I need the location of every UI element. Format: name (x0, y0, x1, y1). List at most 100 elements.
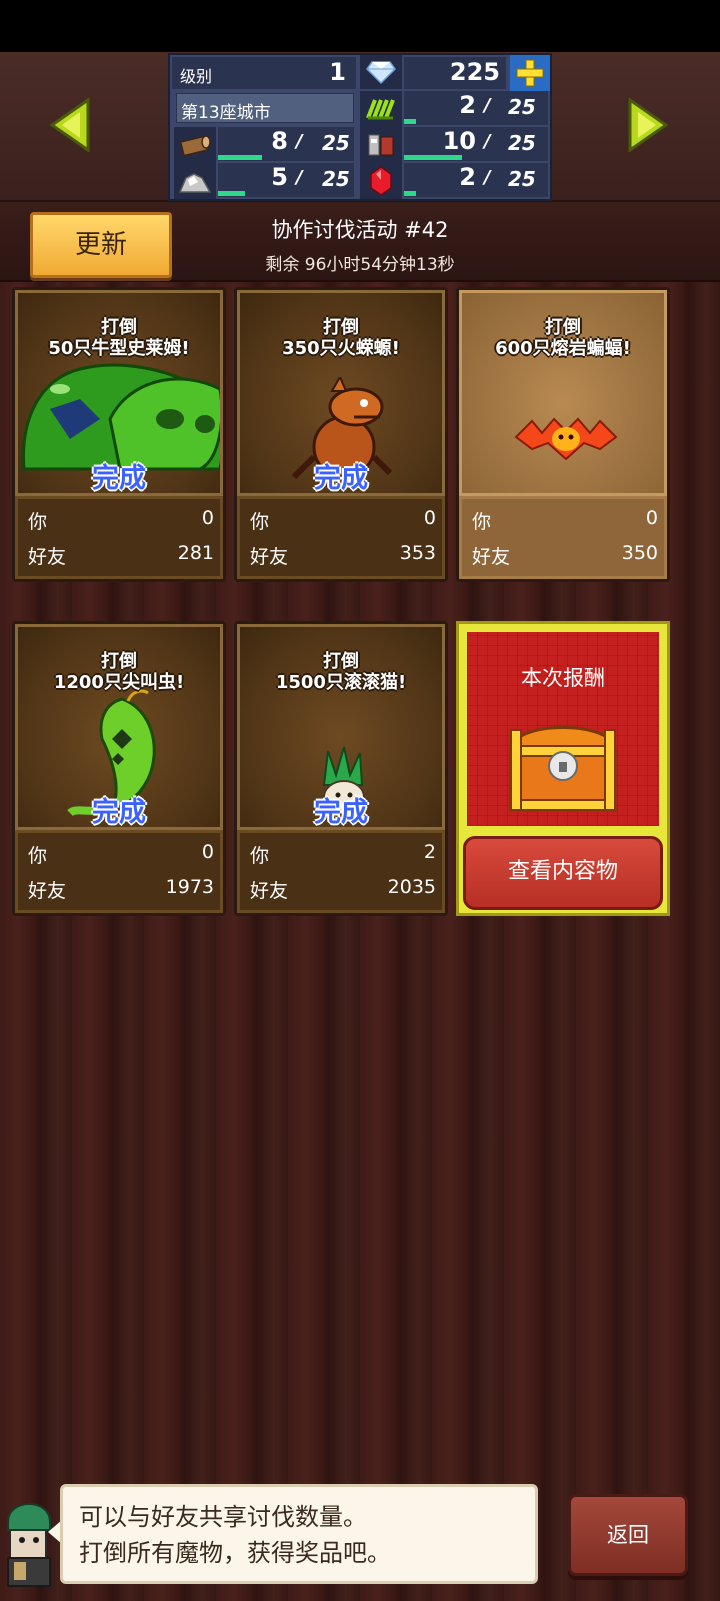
you-row: 你0 (250, 507, 436, 534)
status-bar (0, 0, 720, 52)
herb-max: 25 (508, 95, 536, 119)
you-value: 0 (201, 507, 214, 529)
you-value: 0 (645, 507, 658, 529)
mineral-slash: / (484, 131, 491, 152)
treasure-chest-icon (509, 726, 617, 812)
card-art: 打倒 50只牛型史莱姆! 完成 (15, 290, 223, 496)
done-label: 完成 (92, 797, 146, 828)
mineral-value: 10 (442, 127, 476, 155)
herb-slash: / (484, 95, 491, 116)
dialog-line-1: 可以与好友共享讨伐数量。 (79, 1503, 367, 1531)
level-value: 1 (329, 58, 346, 86)
herb-progress (404, 119, 416, 124)
you-row: 你0 (472, 507, 658, 534)
herb-cell: 2 / 25 (404, 91, 548, 125)
card-title-line1: 打倒 (323, 651, 359, 672)
friend-row: 好友 2035 (250, 876, 436, 903)
prev-arrow-button[interactable] (50, 98, 90, 152)
quest-card-slime[interactable]: 打倒 50只牛型史莱姆! 完成 你0 好友 281 (12, 287, 226, 582)
event-timer: 剩余 96小时54分钟13秒 (265, 255, 455, 275)
ore-icon (174, 163, 216, 199)
card-title-line2: 1200只尖叫虫! (53, 672, 185, 693)
friend-value: 350 (621, 542, 658, 564)
you-label: 你 (250, 845, 270, 867)
friend-label: 好友 (28, 880, 67, 902)
card-title: 打倒 600只熔岩蝙蝠! (462, 317, 664, 359)
card-stats: 你0 好友 350 (459, 496, 667, 579)
you-value: 0 (423, 507, 436, 529)
bat-icon (514, 417, 618, 461)
ore-slash: / (296, 167, 303, 188)
wood-value: 8 (271, 127, 288, 155)
wood-slash: / (296, 131, 303, 152)
card-title-line1: 打倒 (101, 651, 137, 672)
friend-row: 好友 281 (28, 542, 214, 569)
add-gems-button[interactable] (510, 55, 550, 91)
ruby-progress (404, 191, 416, 196)
you-row: 你0 (28, 841, 214, 868)
ruby-slash: / (484, 167, 491, 188)
card-art: 打倒 350只火蝾螈! 完成 (237, 290, 445, 496)
card-title: 打倒 350只火蝾螈! (240, 317, 442, 359)
reward-card: 本次报酬 查看内容物 (456, 621, 670, 916)
ruby-icon (360, 163, 402, 199)
ruby-max: 25 (508, 167, 536, 191)
refresh-button[interactable]: 更新 (30, 212, 172, 278)
mineral-progress (404, 155, 462, 160)
quest-card-salamander[interactable]: 打倒 350只火蝾螈! 完成 你0 好友 353 (234, 287, 448, 582)
ore-max: 25 (322, 167, 350, 191)
gem-count: 225 (449, 58, 500, 86)
card-title-line1: 打倒 (101, 317, 137, 338)
ore-progress (218, 191, 245, 196)
wood-max: 25 (322, 131, 350, 155)
city-label: 第13座城市 (181, 103, 271, 123)
event-title: 协作讨伐活动 #42 (271, 218, 449, 242)
card-stats: 你0 好友 1973 (15, 830, 223, 913)
friend-value: 353 (399, 542, 436, 564)
card-title-line1: 打倒 (545, 317, 581, 338)
done-label: 完成 (314, 797, 368, 828)
resource-panel: 级别 1 225 第13座城市 2 / 25 8 / 25 10 / 25 5 … (168, 53, 552, 201)
friend-row: 好友 1973 (28, 876, 214, 903)
you-label: 你 (472, 511, 492, 533)
city-cell: 第13座城市 (176, 93, 354, 123)
done-label: 完成 (92, 463, 146, 494)
friend-row: 好友 350 (472, 542, 658, 569)
arrow-right-icon (628, 98, 668, 152)
herb-value: 2 (459, 91, 476, 119)
quest-card-worm[interactable]: 打倒 1200只尖叫虫! 完成 你0 好友 1973 (12, 621, 226, 916)
friend-value: 2035 (387, 876, 436, 898)
you-label: 你 (28, 845, 48, 867)
card-stats: 你0 好友 281 (15, 496, 223, 579)
card-art: 打倒 1500只滚滚猫! 完成 (237, 624, 445, 830)
card-title: 打倒 1500只滚滚猫! (240, 651, 442, 693)
quest-card-cat[interactable]: 打倒 1500只滚滚猫! 完成 你2 好友 2035 (234, 621, 448, 916)
ore-value: 5 (271, 163, 288, 191)
level-cell: 级别 1 (172, 57, 356, 89)
wood-cell: 8 / 25 (218, 127, 354, 161)
dialog-line-2: 打倒所有魔物，获得奖品吧。 (79, 1539, 391, 1567)
you-value: 2 (423, 841, 436, 863)
level-label: 级别 (180, 67, 213, 86)
friend-label: 好友 (250, 546, 289, 568)
next-arrow-button[interactable] (628, 98, 668, 152)
you-value: 0 (201, 841, 214, 863)
friend-label: 好友 (472, 546, 511, 568)
ore-cell: 5 / 25 (218, 163, 354, 197)
you-label: 你 (28, 511, 48, 533)
reward-title: 本次报酬 (521, 666, 605, 690)
ruby-value: 2 (459, 163, 476, 191)
you-row: 你2 (250, 841, 436, 868)
friend-row: 好友 353 (250, 542, 436, 569)
you-row: 你0 (28, 507, 214, 534)
wood-icon (174, 127, 216, 163)
gem-cell: 225 (404, 57, 506, 89)
view-contents-button[interactable]: 查看内容物 (463, 836, 663, 910)
friend-value: 1973 (165, 876, 214, 898)
card-art: 打倒 1200只尖叫虫! 完成 (15, 624, 223, 830)
card-stats: 你0 好友 353 (237, 496, 445, 579)
quest-card-bat[interactable]: 打倒 600只熔岩蝙蝠! 你0 好友 350 (456, 287, 670, 582)
back-button[interactable]: 返回 (568, 1494, 688, 1576)
card-title-line2: 600只熔岩蝙蝠! (495, 338, 631, 359)
card-title: 打倒 50只牛型史莱姆! (18, 317, 220, 359)
